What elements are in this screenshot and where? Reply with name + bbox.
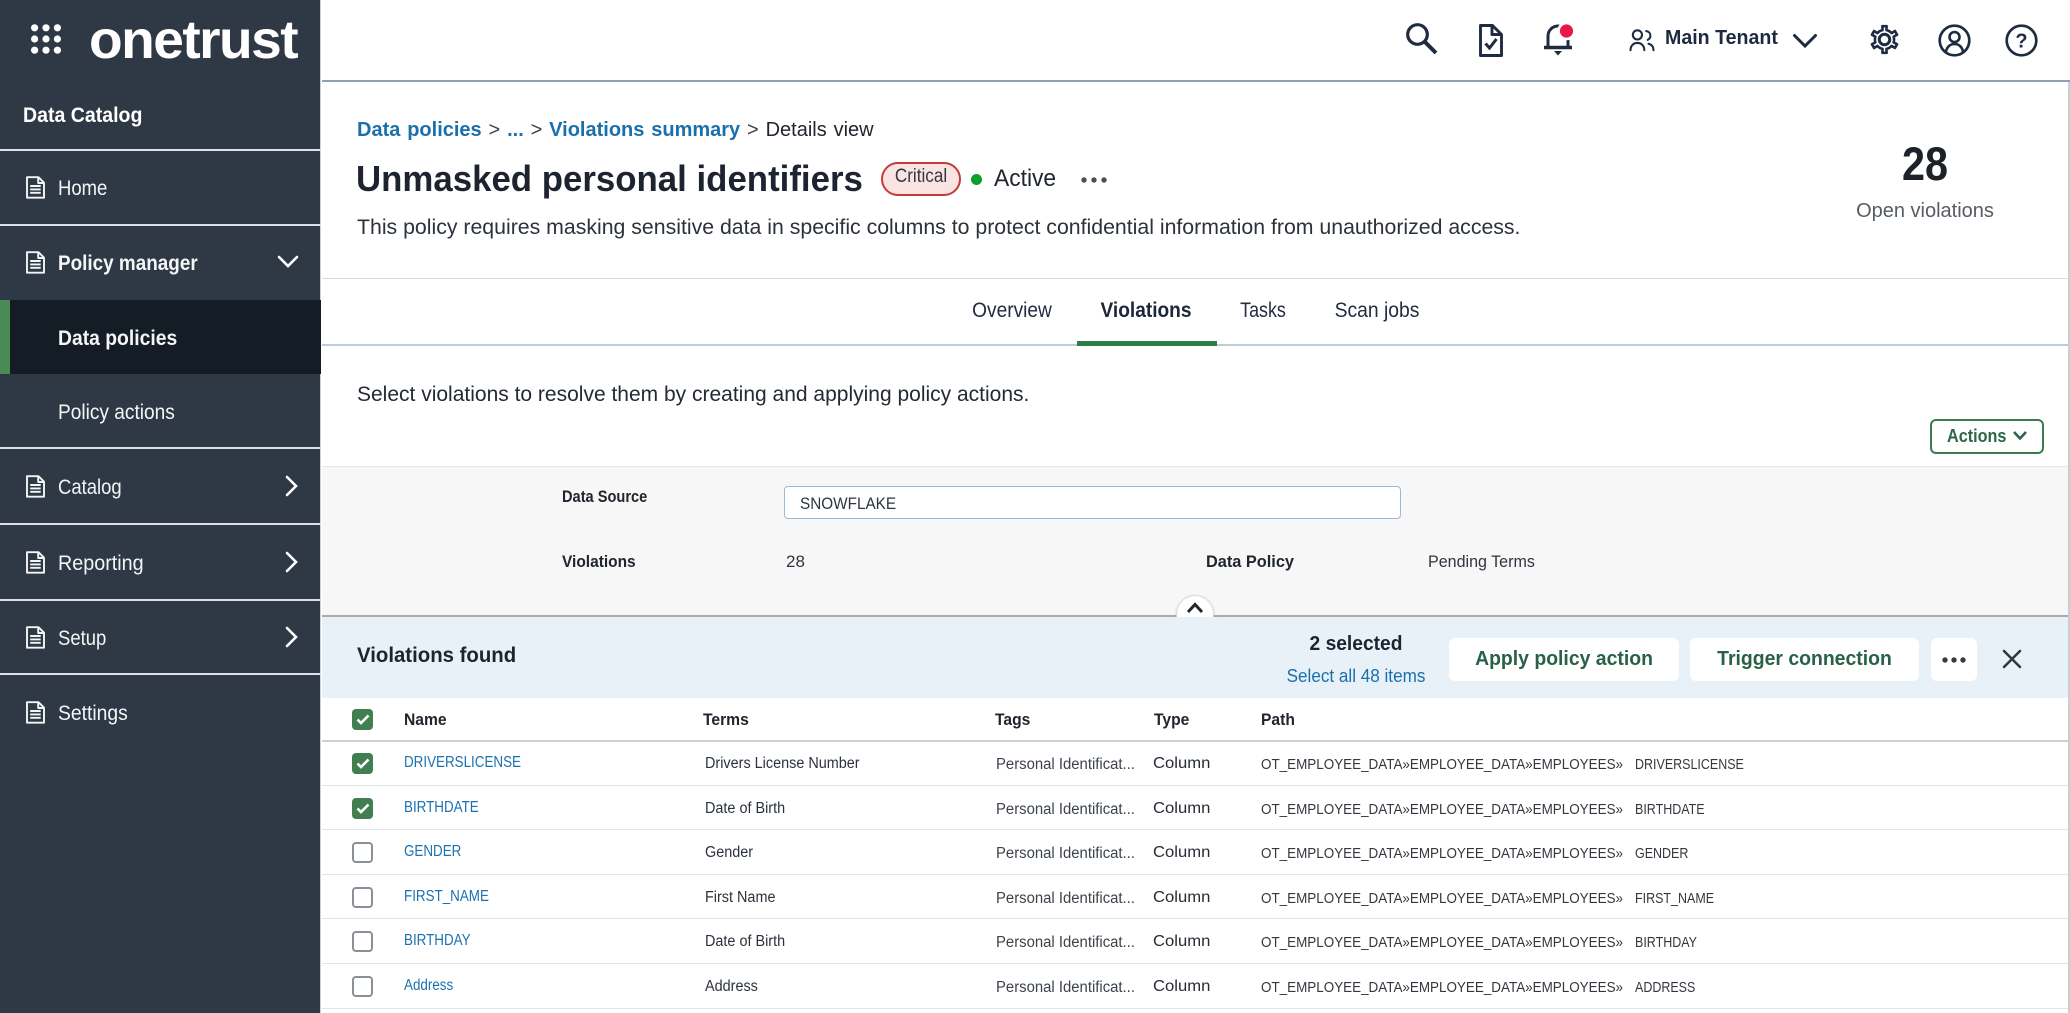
svg-text:?: ? (2015, 31, 2027, 53)
